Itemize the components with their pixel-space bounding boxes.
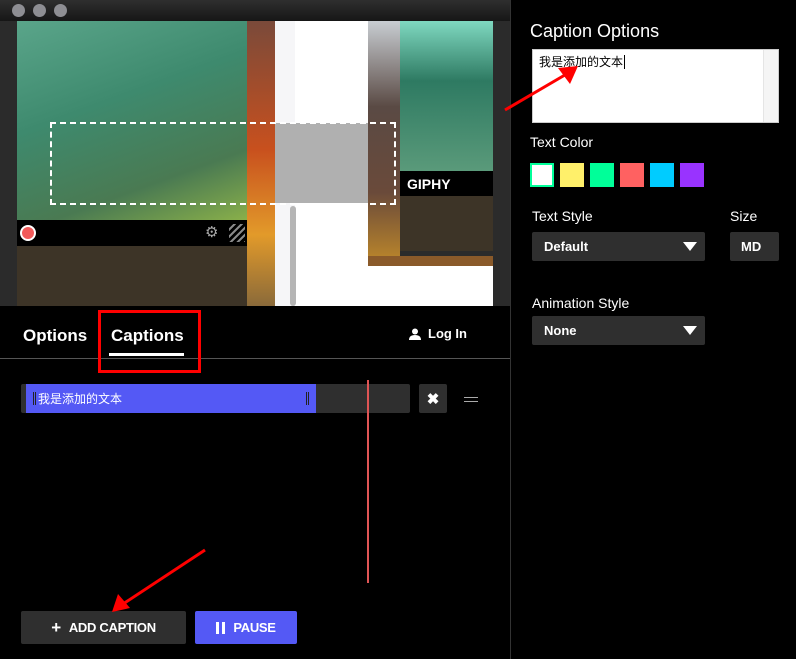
annotation-arrow-head xyxy=(112,594,130,612)
annotation-arrows xyxy=(112,66,578,612)
annotation-arrow-line xyxy=(119,548,206,608)
annotation-arrow-line xyxy=(504,70,571,112)
annotation-arrow-head xyxy=(558,66,578,84)
